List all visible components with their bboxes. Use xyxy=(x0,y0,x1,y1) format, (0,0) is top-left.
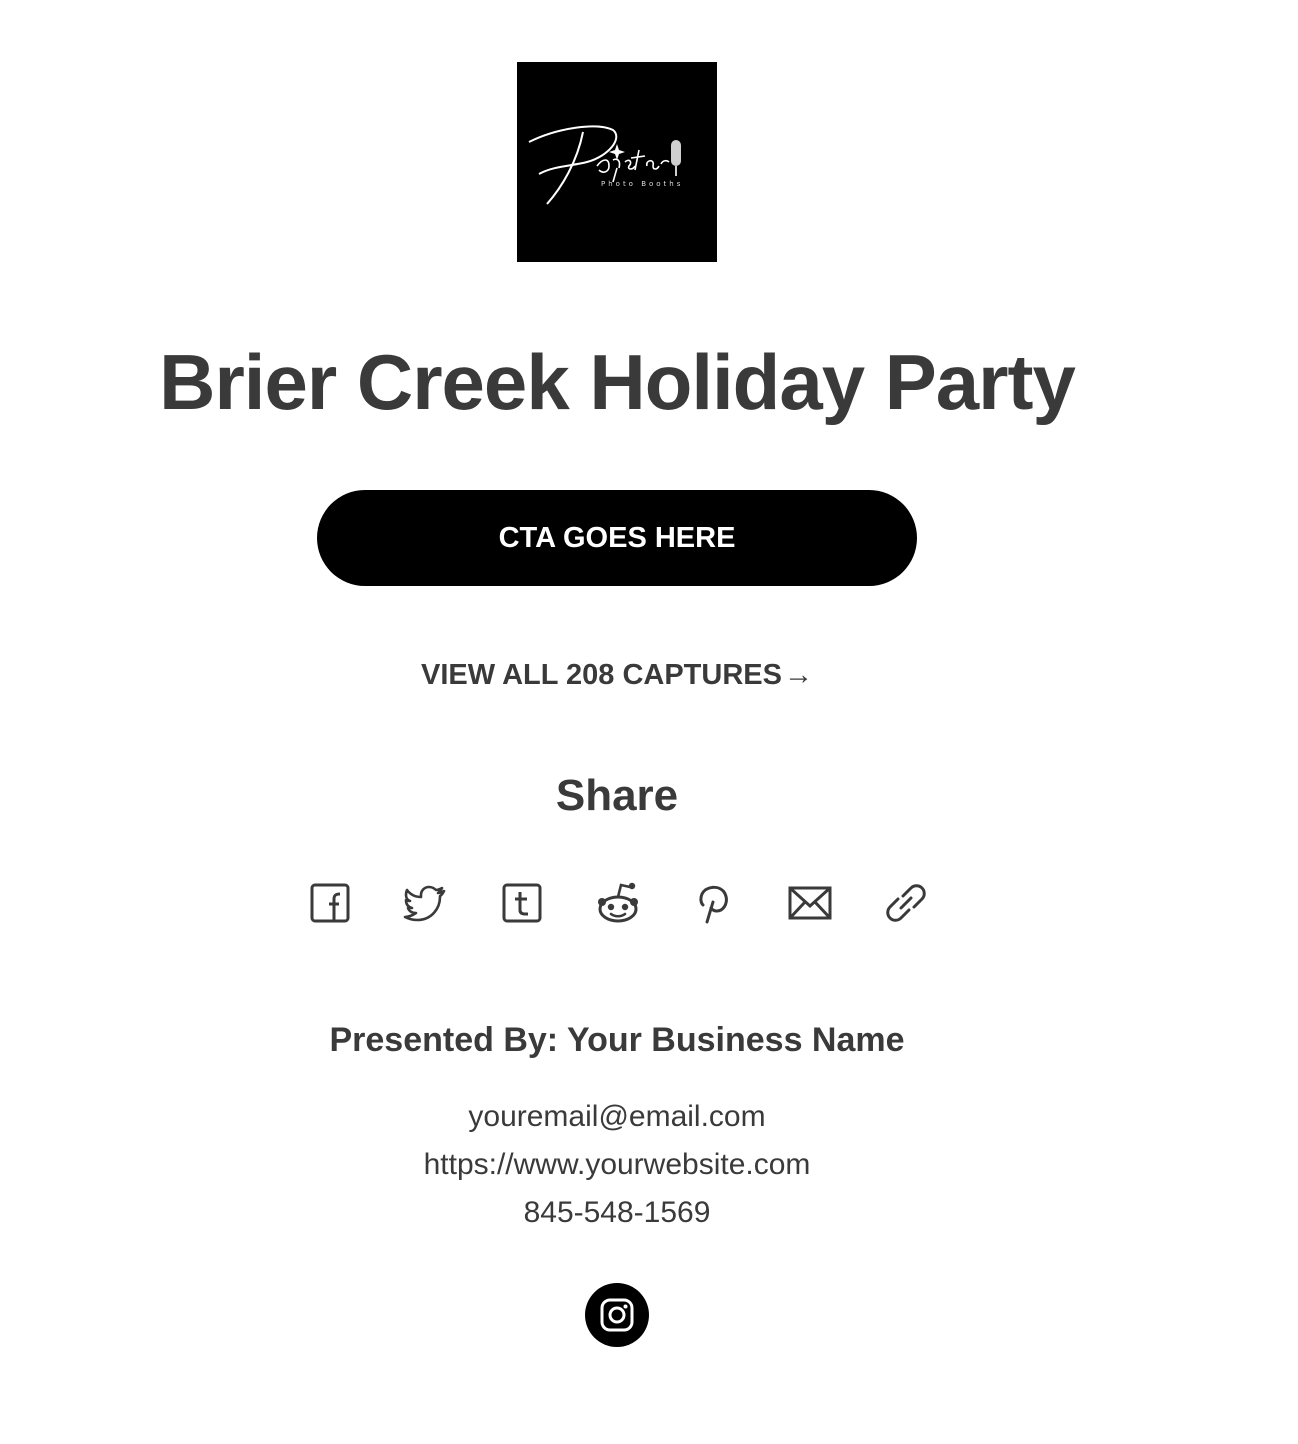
reddit-icon xyxy=(598,882,638,923)
share-twitter-button[interactable] xyxy=(400,876,452,930)
share-tumblr-button[interactable] xyxy=(496,876,548,930)
share-heading: Share xyxy=(555,771,679,820)
share-email-button[interactable] xyxy=(784,876,836,930)
pinterest-icon xyxy=(699,885,728,924)
popstar-logo-icon: Photo Booths xyxy=(517,62,717,262)
arrow-right-icon: → xyxy=(783,659,813,691)
share-pinterest-button[interactable] xyxy=(688,876,740,930)
share-buttons xyxy=(304,876,934,930)
contact-phone-link[interactable]: 845-548-1569 xyxy=(0,1193,1234,1233)
contact-website-link[interactable]: https://www.yourwebsite.com xyxy=(0,1145,1234,1185)
contact-email-link[interactable]: youremail@email.com xyxy=(0,1097,1234,1137)
presented-by: Presented By: Your Business Name xyxy=(329,1021,905,1059)
instagram-icon xyxy=(600,1298,634,1332)
view-all-captures-link[interactable]: VIEW ALL 208 CAPTURES→ xyxy=(0,655,1234,695)
brand-logo: Photo Booths xyxy=(517,62,717,262)
twitter-icon xyxy=(403,885,446,922)
facebook-icon xyxy=(310,883,350,923)
tumblr-icon xyxy=(502,883,542,923)
event-title: Brier Creek Holiday Party xyxy=(159,338,1076,426)
event-gallery-page: Photo Booths Brier Creek Holiday Party C… xyxy=(0,0,1298,1444)
cta-button[interactable]: CTA GOES HERE xyxy=(317,490,917,586)
instagram-button[interactable] xyxy=(585,1283,649,1347)
share-facebook-button[interactable] xyxy=(304,876,356,930)
svg-text:Photo Booths: Photo Booths xyxy=(601,180,683,188)
share-reddit-button[interactable] xyxy=(592,876,644,930)
link-icon xyxy=(886,884,926,922)
share-link-button[interactable] xyxy=(880,876,932,930)
view-all-captures-label: VIEW ALL 208 CAPTURES xyxy=(421,659,782,691)
email-icon xyxy=(788,886,832,920)
